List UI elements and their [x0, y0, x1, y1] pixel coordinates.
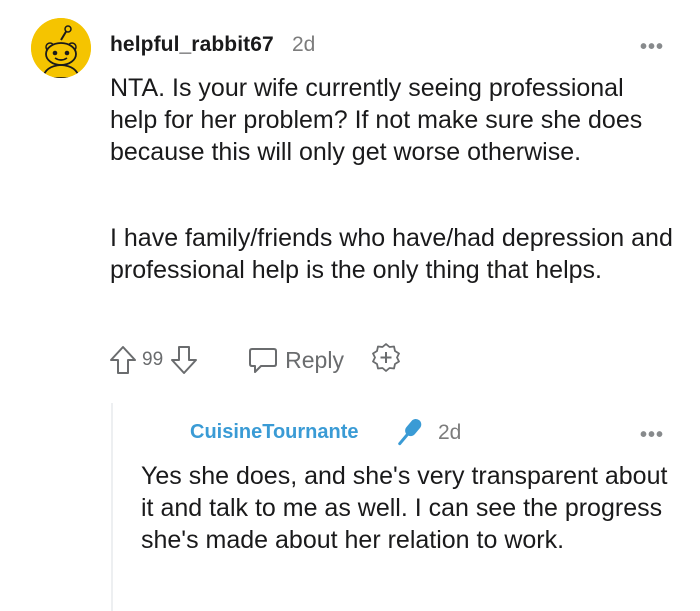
downvote-icon[interactable]: [169, 344, 199, 376]
award-button[interactable]: [370, 341, 402, 379]
comment-body: NTA. Is your wife currently seeing profe…: [110, 72, 675, 168]
comment-paragraph: I have family/friends who have/had depre…: [110, 224, 673, 284]
comment-age: 2d: [292, 33, 316, 56]
reply-button[interactable]: Reply: [247, 345, 344, 375]
comment-author[interactable]: helpful_rabbit67: [110, 33, 274, 57]
comment-body-2: I have family/friends who have/had depre…: [110, 222, 675, 286]
reply-age: 2d: [438, 421, 462, 444]
reply-label: Reply: [285, 346, 344, 373]
microphone-icon: [388, 414, 428, 452]
reply-body: Yes she does, and she's very transparent…: [141, 460, 681, 556]
comment-actions: 99 Reply: [108, 340, 402, 380]
upvote-icon[interactable]: [108, 344, 138, 376]
thread-line[interactable]: [111, 403, 113, 611]
snoo-avatar-icon: [31, 18, 91, 78]
avatar[interactable]: [31, 18, 91, 78]
award-icon: [372, 343, 400, 372]
vote-count: 99: [142, 349, 164, 370]
reply-icon: [249, 348, 278, 373]
comment-paragraph: NTA. Is your wife currently seeing profe…: [110, 74, 643, 166]
reply-paragraph: Yes she does, and she's very transparent…: [141, 462, 668, 554]
reply-more-icon[interactable]: •••: [640, 424, 664, 447]
comment-more-icon[interactable]: •••: [640, 36, 664, 59]
reply-author[interactable]: CuisineTournante: [190, 421, 359, 444]
